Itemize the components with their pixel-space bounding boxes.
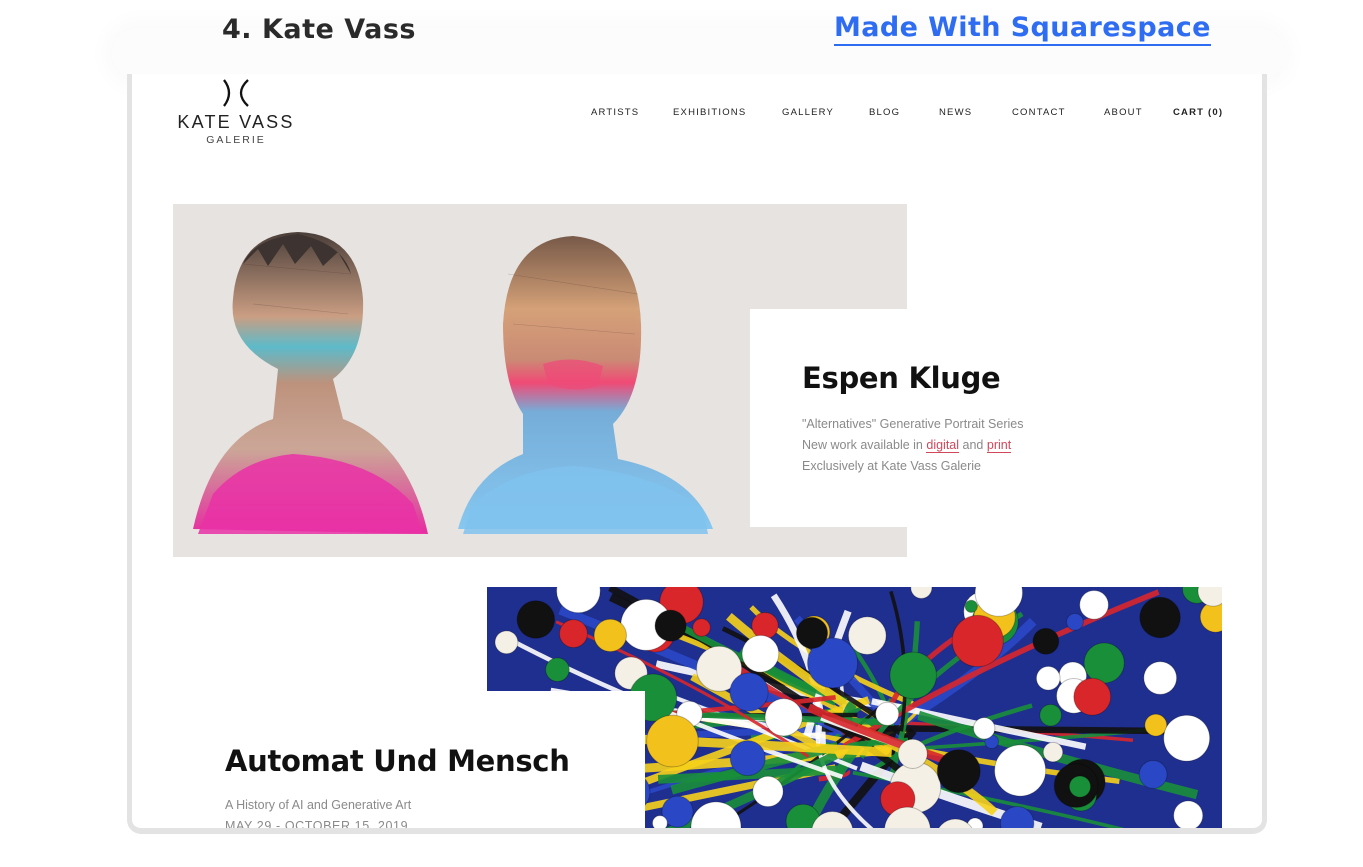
exhibition-dates: MAY 29 - OCTOBER 15, 2019	[225, 819, 409, 833]
nav-blog[interactable]: BLOG	[869, 107, 900, 118]
article-heading: 4. Kate Vass	[222, 14, 416, 45]
made-with-squarespace-link[interactable]: Made With Squarespace	[834, 12, 1211, 46]
espen-kluge-card: Espen Kluge "Alternatives" Generative Po…	[750, 309, 1262, 527]
feature-title-automat-und-mensch: Automat Und Mensch	[225, 744, 570, 778]
availability-prefix: New work available in	[802, 438, 923, 452]
nav-exhibitions[interactable]: EXHIBITIONS	[673, 107, 746, 118]
feature-title-espen-kluge: Espen Kluge	[802, 361, 1001, 395]
print-link[interactable]: print	[986, 438, 1012, 453]
nav-gallery[interactable]: GALLERY	[782, 107, 834, 118]
availability-line: New work available in digital and print	[802, 435, 1023, 456]
nav-artists[interactable]: ARTISTS	[591, 107, 639, 118]
kv-monogram-icon	[223, 79, 249, 107]
website-screenshot-frame: KATE VASS GALERIE ARTISTS EXHIBITIONS GA…	[127, 74, 1267, 834]
digital-link[interactable]: digital	[926, 438, 960, 453]
logo-name: KATE VASS	[177, 112, 295, 132]
exhibition-subtitle: A History of AI and Generative Art	[225, 798, 412, 812]
gallery-logo[interactable]: KATE VASS GALERIE	[174, 74, 298, 146]
nav-news[interactable]: NEWS	[939, 107, 972, 118]
logo-subtitle: GALERIE	[206, 134, 266, 146]
nav-contact[interactable]: CONTACT	[1012, 107, 1066, 118]
nav-cart[interactable]: CART (0)	[1173, 107, 1223, 118]
availability-and: and	[962, 438, 984, 452]
feature-description: "Alternatives" Generative Portrait Serie…	[802, 414, 1023, 477]
nav-about[interactable]: ABOUT	[1104, 107, 1143, 118]
exclusive-line: Exclusively at Kate Vass Galerie	[802, 459, 982, 473]
series-line: "Alternatives" Generative Portrait Serie…	[802, 417, 1024, 431]
